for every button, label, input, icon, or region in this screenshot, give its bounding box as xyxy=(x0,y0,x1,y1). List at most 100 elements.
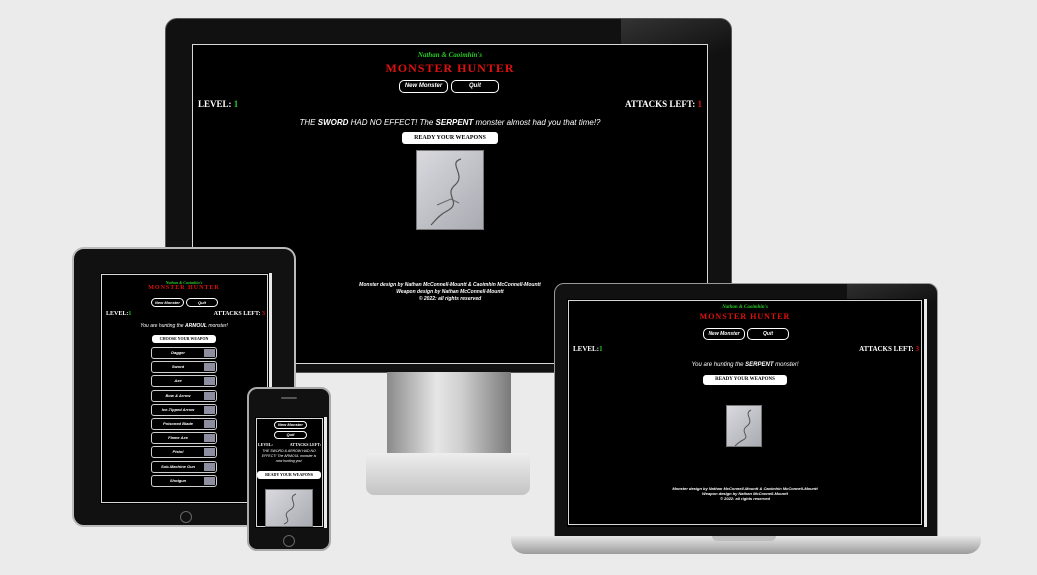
weapon-option[interactable]: Dagger xyxy=(151,347,217,359)
phone-device: New Monster Quit LEVEL: ATTACKS LEFT: TH… xyxy=(247,387,331,551)
weapon-option[interactable]: Sword xyxy=(151,361,217,374)
monster-name: SERPENT xyxy=(745,362,774,368)
new-monster-button[interactable]: New Monster xyxy=(703,328,745,340)
ready-weapons-button[interactable]: READY YOUR WEAPONS xyxy=(703,375,787,385)
weapon-thumbnail-icon xyxy=(204,405,215,414)
weapon-option[interactable]: Ice-Tipped Arrow xyxy=(151,403,217,416)
attacks-label: ATTACKS LEFT: xyxy=(859,345,914,353)
monster-drawing xyxy=(265,489,313,527)
weapon-option[interactable]: Sub-Machine Gun xyxy=(151,460,217,473)
attacks-display: ATTACKS LEFT: 1 xyxy=(625,99,702,109)
new-monster-button[interactable]: New Monster xyxy=(151,298,184,307)
level-label: LEVEL: xyxy=(573,345,600,353)
weapon-thumbnail-icon xyxy=(204,349,215,357)
serpent-sketch-icon xyxy=(283,493,297,525)
level-label: LEVEL: xyxy=(258,442,273,447)
weapon-option[interactable]: Pistol xyxy=(151,446,217,459)
laptop-scrollbar[interactable] xyxy=(924,299,927,527)
subtitle: Nathan & Caoimhin's xyxy=(417,51,483,59)
tablet-home-button[interactable] xyxy=(180,511,192,523)
message-text: You are hunting the xyxy=(691,362,746,368)
weapon-label: Ice-Tipped Arrow xyxy=(161,406,195,412)
game-title: MONSTER HUNTER xyxy=(148,285,220,291)
monitor-base xyxy=(366,453,530,495)
hunting-message: You are hunting the SERPENT monster! xyxy=(567,362,923,368)
weapon-thumbnail-icon xyxy=(204,448,215,457)
quit-button[interactable]: Quit xyxy=(274,431,307,439)
battle-message: THE SWORD & ARROW HAD NO EFFECT! The ARM… xyxy=(261,449,317,463)
attacks-display: ATTACKS LEFT: 3 xyxy=(859,345,919,353)
message-text: You are hunting the xyxy=(140,323,185,329)
message-text: monster! xyxy=(206,323,228,329)
level-display: LEVEL: xyxy=(258,442,273,447)
attacks-value: 3 xyxy=(262,311,265,317)
phone-home-button[interactable] xyxy=(283,535,295,547)
weapon-thumbnail-icon xyxy=(204,391,215,400)
weapon-option[interactable]: Flame Axe xyxy=(151,432,217,445)
level-value: 1 xyxy=(233,99,239,109)
serpent-sketch-icon xyxy=(734,409,752,446)
weapon-option[interactable]: Poisoned Blade xyxy=(151,418,217,430)
new-monster-button[interactable]: New Monster xyxy=(399,80,448,93)
weapon-option[interactable]: Shotgun xyxy=(151,474,217,487)
serpent-sketch-icon xyxy=(430,158,462,226)
footer: Monster design by Nathan McConnell-Mount… xyxy=(567,486,923,501)
monster-name: ARMOUL xyxy=(184,323,207,329)
weapon-thumbnail-icon xyxy=(204,363,215,372)
level-value: 1 xyxy=(128,311,132,317)
quit-button[interactable]: Quit xyxy=(186,298,218,307)
laptop-notch xyxy=(712,536,776,541)
level-label: LEVEL: xyxy=(198,99,232,109)
phone-screen: New Monster Quit LEVEL: ATTACKS LEFT: TH… xyxy=(255,417,327,528)
ready-weapons-button[interactable]: READY YOUR WEAPONS xyxy=(257,471,321,479)
level-display: LEVEL: 1 xyxy=(198,99,238,109)
monster-name: SERPENT xyxy=(435,118,474,127)
weapon-thumbnail-icon xyxy=(204,476,215,485)
monster-drawing xyxy=(726,405,762,447)
level-display: LEVEL:1 xyxy=(573,345,603,353)
attacks-value: 1 xyxy=(697,99,703,109)
attacks-display: ATTACKS LEFT: 3 xyxy=(214,311,265,317)
level-value: 1 xyxy=(599,345,603,353)
monster-drawing xyxy=(416,150,484,230)
attacks-value: 3 xyxy=(915,345,920,353)
weapon-option[interactable]: Axe xyxy=(151,375,217,388)
weapon-thumbnail-icon xyxy=(204,434,215,443)
attacks-label: ATTACKS LEFT: xyxy=(624,99,696,109)
weapon-label: Dagger xyxy=(171,350,185,355)
weapon-label: Sub-Machine Gun xyxy=(161,463,195,469)
weapon-thumbnail-icon xyxy=(204,377,215,386)
monitor-stand xyxy=(387,372,511,456)
weapon-option[interactable]: Bow & Arrow xyxy=(151,389,217,402)
message-text: monster almost had you that time!? xyxy=(473,118,601,127)
weapon-thumbnail-icon xyxy=(204,420,215,428)
quit-button[interactable]: Quit xyxy=(451,80,499,93)
phone-speaker xyxy=(281,397,297,399)
attacks-display: ATTACKS LEFT: xyxy=(290,442,321,447)
weapon-name: SWORD xyxy=(317,118,349,127)
battle-message: THE SWORD HAD NO EFFECT! The SERPENT mon… xyxy=(192,118,708,127)
laptop-screen: Nathan & Caoimhin's MONSTER HUNTER New M… xyxy=(567,299,927,527)
attacks-label: ATTACKS LEFT: xyxy=(213,311,261,317)
laptop-lid: Nathan & Caoimhin's MONSTER HUNTER New M… xyxy=(554,283,938,537)
phone-scrollbar[interactable] xyxy=(324,417,327,528)
weapon-label: Poisoned Blade xyxy=(162,421,193,426)
subtitle: Nathan & Caoimhin's xyxy=(722,305,768,310)
level-label: LEVEL: xyxy=(106,311,129,317)
attacks-label: ATTACKS LEFT: xyxy=(289,442,321,447)
weapon-label: Shotgun xyxy=(169,477,187,483)
ready-weapons-button[interactable]: READY YOUR WEAPONS xyxy=(402,132,498,144)
footer-copyright: © 2022: all rights reserved xyxy=(720,496,770,501)
weapon-thumbnail-icon xyxy=(204,462,215,471)
hunting-message: You are hunting the ARMOUL monster! xyxy=(100,323,268,329)
weapon-label: Sword xyxy=(171,364,185,370)
weapon-label: Bow & Arrow xyxy=(165,392,191,398)
choose-weapon-button[interactable]: CHOOSE YOUR WEAPON xyxy=(152,335,216,343)
game-title: MONSTER HUNTER xyxy=(385,61,515,75)
game-title: MONSTER HUNTER xyxy=(699,312,791,321)
new-monster-button[interactable]: New Monster xyxy=(274,421,307,429)
message-text: HAD NO EFFECT! The xyxy=(348,118,436,127)
message-text: THE xyxy=(299,118,318,127)
quit-button[interactable]: Quit xyxy=(747,328,789,340)
level-display: LEVEL:1 xyxy=(106,311,131,317)
